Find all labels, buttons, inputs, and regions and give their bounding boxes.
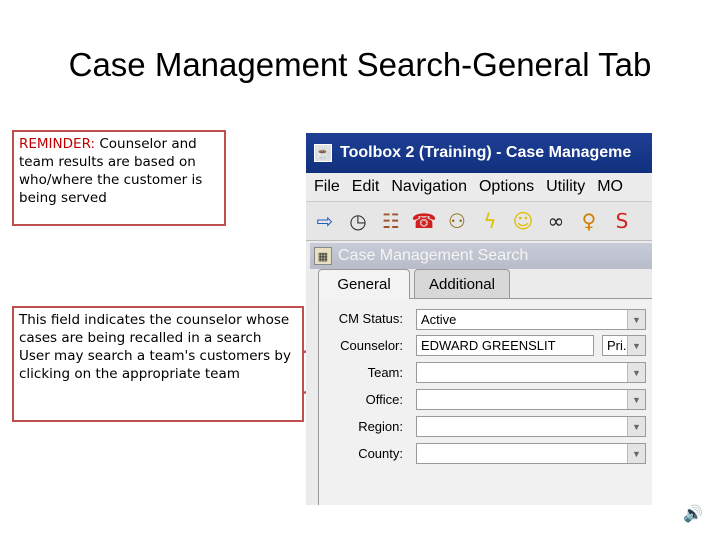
team-select[interactable]: ▼ [416, 362, 646, 383]
menu-options[interactable]: Options [479, 178, 534, 196]
cm-status-value: Active [421, 312, 457, 327]
window-title: Toolbox 2 (Training) - Case Manageme [340, 144, 632, 161]
cm-status-label: CM Status: [338, 311, 403, 326]
chevron-down-icon[interactable]: ▼ [627, 336, 645, 355]
menu-navigation[interactable]: Navigation [391, 178, 467, 196]
exit-icon[interactable]: ⇨ [311, 207, 339, 235]
menu-file[interactable]: File [314, 178, 340, 196]
phone-icon[interactable]: ☎ [410, 207, 438, 235]
logo-icon[interactable]: S [608, 207, 636, 235]
menu-edit[interactable]: Edit [352, 178, 380, 196]
office-label: Office: [365, 392, 403, 407]
chevron-down-icon[interactable]: ▼ [627, 363, 645, 382]
chevron-down-icon[interactable]: ▼ [627, 310, 645, 329]
slide-title: Case Management Search-General Tab [68, 46, 652, 83]
office-select[interactable]: ▼ [416, 389, 646, 410]
speaker-icon[interactable]: 🔊 [683, 503, 703, 523]
chevron-down-icon[interactable]: ▼ [627, 390, 645, 409]
binoculars-icon[interactable]: ∞ [542, 207, 570, 235]
chevron-down-icon[interactable]: ▼ [627, 417, 645, 436]
field-note-callout: This field indicates the counselor whose… [12, 306, 304, 422]
tab-strip: General Additional [314, 269, 652, 299]
cm-status-select[interactable]: Active ▼ [416, 309, 646, 330]
clock-icon[interactable]: ◷ [344, 207, 372, 235]
county-select[interactable]: ▼ [416, 443, 646, 464]
people-icon[interactable]: ☷ [377, 207, 405, 235]
general-panel: CM Status: Active ▼ Counselor: EDWARD GR… [318, 298, 652, 505]
counselor-value: EDWARD GREENSLIT [421, 338, 556, 353]
counselor-field[interactable]: EDWARD GREENSLIT [416, 335, 594, 356]
counselor-note: This field indicates the counselor whose… [19, 312, 290, 346]
subwindow-title: Case Management Search [338, 247, 529, 264]
reminder-label: REMINDER: [19, 136, 96, 152]
menu-mo[interactable]: MO [597, 178, 623, 196]
java-icon: ☕ [314, 144, 332, 162]
person-icon[interactable]: ♀ [575, 207, 603, 235]
region-select[interactable]: ▼ [416, 416, 646, 437]
counselor-type-select[interactable]: Pri... ▼ [602, 335, 646, 356]
county-label: County: [358, 446, 403, 461]
region-label: Region: [358, 419, 403, 434]
team-note: User may search a team's customers by cl… [19, 348, 291, 382]
reminder-callout: REMINDER: Counselor and team results are… [12, 130, 226, 226]
lightning-icon[interactable]: ϟ [476, 207, 504, 235]
counselor-label: Counselor: [340, 338, 403, 353]
chevron-down-icon[interactable]: ▼ [627, 444, 645, 463]
subwindow-titlebar[interactable]: ▦ Case Management Search [310, 243, 652, 269]
window-titlebar[interactable]: ☕ Toolbox 2 (Training) - Case Manageme [306, 133, 652, 173]
smiley-icon[interactable]: ☺ [509, 207, 537, 235]
app-window: ☕ Toolbox 2 (Training) - Case Manageme F… [306, 133, 652, 505]
window-icon: ▦ [314, 247, 332, 265]
team-label: Team: [367, 365, 403, 380]
menu-bar: File Edit Navigation Options Utility MO [306, 173, 652, 201]
person-search-icon[interactable]: ⚇ [443, 207, 471, 235]
tab-additional[interactable]: Additional [414, 269, 510, 299]
menu-utility[interactable]: Utility [546, 178, 585, 196]
tab-general[interactable]: General [318, 269, 410, 299]
toolbar: ⇨ ◷ ☷ ☎ ⚇ ϟ ☺ ∞ ♀ S [306, 201, 652, 241]
